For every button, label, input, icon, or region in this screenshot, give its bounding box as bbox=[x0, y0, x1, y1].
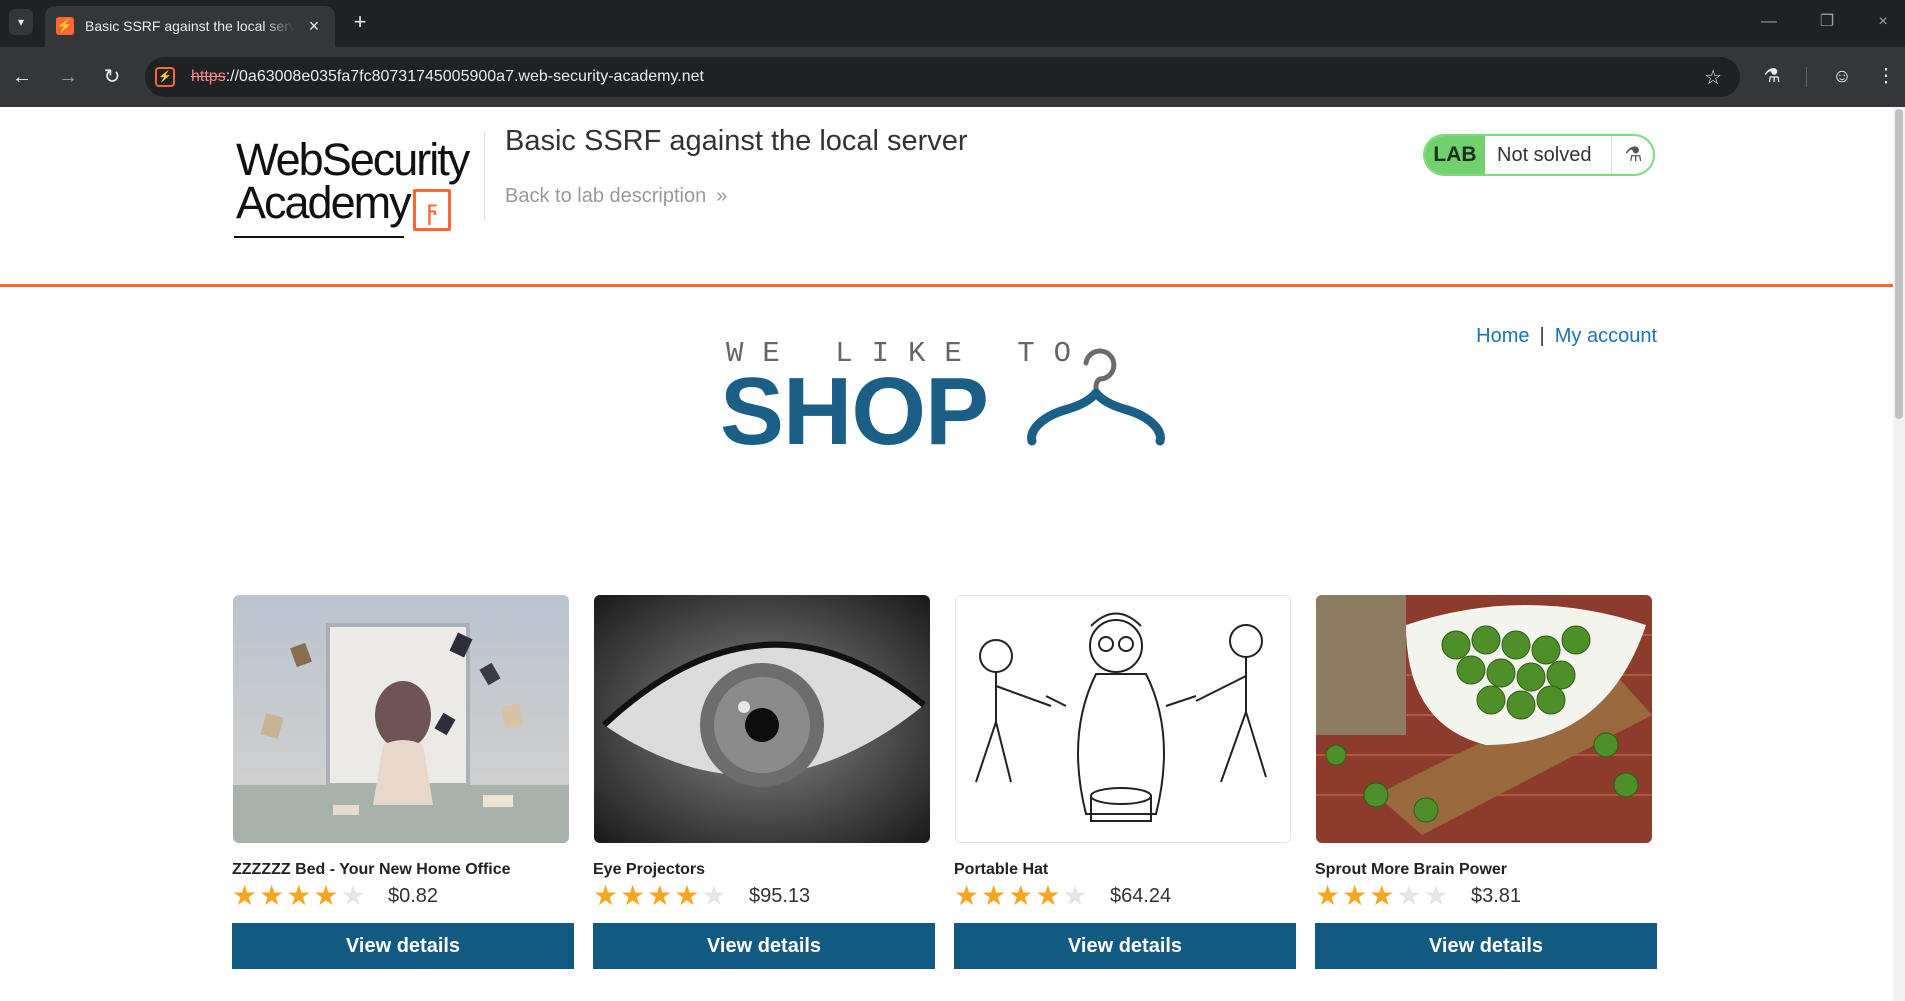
address-bar[interactable]: ⚡ https://0a63008e035fa7fc80731745005900… bbox=[145, 57, 1740, 97]
restore-icon[interactable]: ❐ bbox=[1812, 10, 1842, 34]
product-image bbox=[594, 595, 930, 843]
close-window-icon[interactable]: × bbox=[1868, 10, 1898, 34]
lab-title: Basic SSRF against the local server bbox=[505, 125, 968, 157]
star-icon: ★ bbox=[954, 880, 982, 911]
star-icon: ★ bbox=[620, 880, 648, 911]
header-divider bbox=[484, 132, 485, 220]
star-rating: ★★★★★ bbox=[232, 879, 368, 911]
lab-header: WebSecurity Academy ϝ Basic SSRF against… bbox=[0, 107, 1893, 287]
url-host: ://0a63008e035fa7fc80731745005900a7.web-… bbox=[225, 68, 704, 85]
product-name: Sprout More Brain Power bbox=[1315, 861, 1508, 878]
close-tab-icon[interactable]: × bbox=[303, 15, 325, 37]
tab-search-icon[interactable]: ▾ bbox=[9, 9, 33, 35]
tab-title: Basic SSRF against the local server bbox=[85, 18, 295, 34]
product-price: $64.24 bbox=[1110, 885, 1172, 907]
url-text[interactable]: https://0a63008e035fa7fc80731745005900a7… bbox=[191, 68, 704, 86]
star-rating: ★★★★★ bbox=[593, 879, 729, 911]
star-icon: ★ bbox=[232, 880, 260, 911]
star-empty-icon: ★ bbox=[340, 880, 368, 911]
forward-icon[interactable]: → bbox=[54, 63, 82, 91]
lightning-bolt-icon: ϝ bbox=[413, 189, 451, 231]
view-details-button[interactable]: View details bbox=[593, 923, 935, 969]
product-card: Sprout More Brain Power ★★★★★ $3.81 View… bbox=[1315, 595, 1657, 969]
home-link[interactable]: Home bbox=[1476, 325, 1529, 347]
double-chevron-right-icon: » bbox=[716, 185, 728, 207]
scrollbar-thumb[interactable] bbox=[1895, 109, 1903, 419]
product-card: Portable Hat ★★★★★ $64.24 View details bbox=[954, 595, 1296, 969]
star-icon: ★ bbox=[1035, 880, 1063, 911]
star-icon: ★ bbox=[981, 880, 1009, 911]
product-price: $95.13 bbox=[749, 885, 811, 907]
star-rating: ★★★★★ bbox=[1315, 879, 1451, 911]
star-icon: ★ bbox=[259, 880, 287, 911]
star-icon: ★ bbox=[674, 880, 702, 911]
product-image bbox=[233, 595, 569, 843]
nav-separator: | bbox=[1539, 325, 1545, 347]
star-icon: ★ bbox=[286, 880, 314, 911]
toolbar-divider bbox=[1806, 67, 1807, 87]
star-empty-icon: ★ bbox=[1396, 880, 1424, 911]
product-price: $3.81 bbox=[1471, 885, 1522, 907]
back-to-lab-description-link[interactable]: Back to lab description » bbox=[505, 185, 727, 208]
back-link-label: Back to lab description bbox=[505, 185, 707, 207]
page-content: WebSecurity Academy ϝ Basic SSRF against… bbox=[0, 107, 1893, 1001]
product-name: ZZZZZZ Bed - Your New Home Office bbox=[232, 861, 511, 878]
star-icon: ★ bbox=[647, 880, 675, 911]
view-details-button[interactable]: View details bbox=[954, 923, 1296, 969]
logo-line-2: Academy bbox=[236, 177, 412, 228]
star-icon: ★ bbox=[1342, 880, 1370, 911]
browser-tab[interactable]: ⚡ Basic SSRF against the local server × bbox=[45, 6, 335, 47]
lab-status-text: Not solved bbox=[1497, 144, 1592, 166]
star-icon: ★ bbox=[1008, 880, 1036, 911]
star-icon: ★ bbox=[1315, 880, 1343, 911]
view-details-button[interactable]: View details bbox=[232, 923, 574, 969]
url-scheme: https bbox=[191, 68, 226, 85]
star-icon: ★ bbox=[313, 880, 341, 911]
web-security-academy-logo[interactable]: WebSecurity Academy ϝ bbox=[232, 129, 482, 239]
back-icon[interactable]: ← bbox=[8, 63, 36, 91]
star-icon: ★ bbox=[593, 880, 621, 911]
browser-chrome: ▾ ⚡ Basic SSRF against the local server … bbox=[0, 0, 1905, 107]
star-rating: ★★★★★ bbox=[954, 879, 1090, 911]
site-info-icon[interactable]: ⚡ bbox=[155, 67, 175, 87]
product-image bbox=[955, 595, 1291, 843]
product-card: Eye Projectors ★★★★★ $95.13 View details bbox=[593, 595, 935, 969]
browser-toolbar: ← → ↻ ⚡ https://0a63008e035fa7fc80731745… bbox=[0, 47, 1905, 107]
favicon-icon: ⚡ bbox=[56, 17, 74, 35]
menu-kebab-icon[interactable]: ⋮ bbox=[1872, 63, 1900, 91]
page-scrollbar[interactable] bbox=[1893, 107, 1905, 1001]
product-name: Eye Projectors bbox=[593, 861, 706, 878]
star-empty-icon: ★ bbox=[1423, 880, 1451, 911]
product-image bbox=[1316, 595, 1652, 843]
reload-icon[interactable]: ↻ bbox=[98, 63, 126, 91]
banner-shop-word: SHOP bbox=[720, 358, 989, 465]
flask-icon: ⚗ bbox=[1611, 136, 1653, 174]
logo-underline bbox=[234, 236, 404, 238]
hanger-icon bbox=[1027, 348, 1165, 446]
bookmark-star-icon[interactable]: ☆ bbox=[1704, 65, 1722, 90]
tab-bar: ▾ ⚡ Basic SSRF against the local server … bbox=[0, 0, 1905, 47]
labs-flask-icon[interactable]: ⚗ bbox=[1758, 63, 1786, 91]
star-icon: ★ bbox=[1369, 880, 1397, 911]
star-empty-icon: ★ bbox=[1062, 880, 1090, 911]
view-details-button[interactable]: View details bbox=[1315, 923, 1657, 969]
product-name: Portable Hat bbox=[954, 861, 1049, 878]
product-price: $0.82 bbox=[388, 885, 439, 907]
product-card: ZZZZZZ Bed - Your New Home Office ★★★★★ … bbox=[232, 595, 574, 969]
lab-badge: LAB bbox=[1425, 136, 1485, 174]
minimize-icon[interactable]: — bbox=[1754, 10, 1784, 34]
top-nav: Home | My account bbox=[1476, 325, 1657, 348]
profile-icon[interactable]: ☺ bbox=[1828, 63, 1856, 91]
my-account-link[interactable]: My account bbox=[1555, 325, 1657, 347]
product-grid: ZZZZZZ Bed - Your New Home Office ★★★★★ … bbox=[232, 595, 1658, 969]
star-empty-icon: ★ bbox=[701, 880, 729, 911]
new-tab-icon[interactable]: + bbox=[348, 10, 372, 34]
shop-banner: WE LIKE TO SHOP bbox=[720, 337, 1170, 465]
lab-status-widget: LAB Not solved ⚗ bbox=[1423, 134, 1655, 176]
